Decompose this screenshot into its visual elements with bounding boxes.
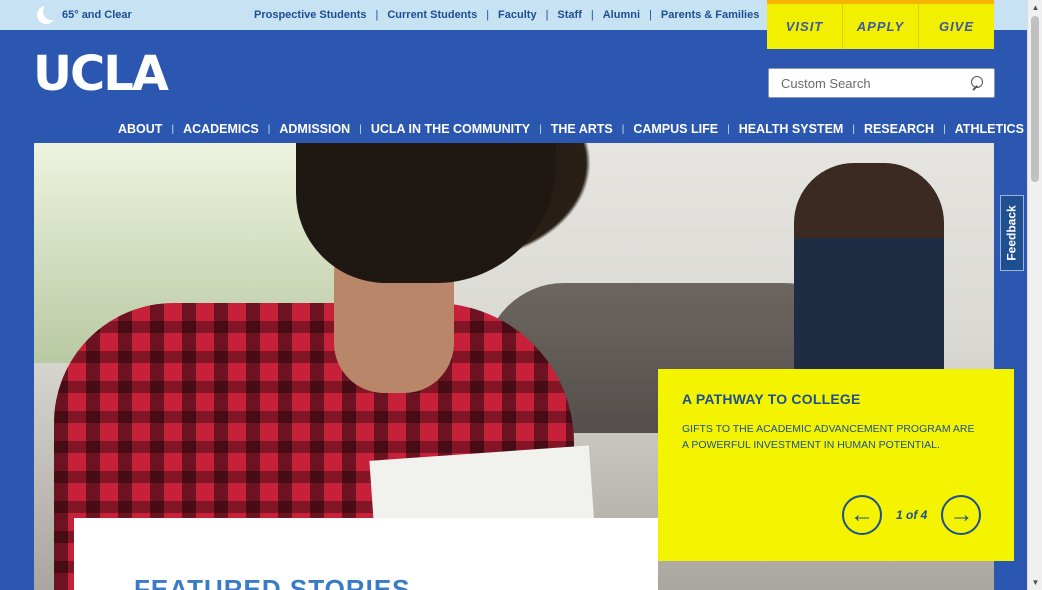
arrow-left-icon: ← (850, 501, 874, 528)
nav-admission[interactable]: ADMISSION (279, 122, 350, 136)
weather-text: 65° and Clear (62, 9, 132, 21)
nav-academics[interactable]: ACADEMICS (183, 122, 259, 136)
link-current-students[interactable]: Current Students (387, 9, 477, 21)
main-nav: ABOUT | ACADEMICS | ADMISSION | UCLA IN … (118, 122, 1024, 136)
nav-health-system[interactable]: HEALTH SYSTEM (739, 122, 844, 136)
separator: | (727, 123, 730, 135)
separator: | (539, 123, 542, 135)
link-staff[interactable]: Staff (557, 9, 581, 21)
separator: | (621, 123, 625, 135)
separator: | (943, 123, 946, 135)
caption-title[interactable]: A PATHWAY TO COLLEGE (682, 391, 990, 407)
prev-slide-button[interactable]: ← (842, 495, 882, 535)
apply-button[interactable]: APPLY (843, 0, 919, 49)
separator: | (171, 123, 175, 135)
search-icon (969, 76, 983, 90)
link-parents-families[interactable]: Parents & Families (661, 9, 759, 21)
search-input[interactable] (769, 69, 959, 97)
link-prospective-students[interactable]: Prospective Students (254, 9, 366, 21)
cta-group: VISIT APPLY GIVE (767, 0, 994, 49)
ucla-logo[interactable]: UCLA (33, 48, 169, 100)
search-button[interactable] (958, 69, 994, 97)
scroll-down-arrow[interactable]: ▼ (1028, 575, 1042, 590)
nav-ucla-in-the-community[interactable]: UCLA IN THE COMMUNITY (371, 122, 530, 136)
arrow-right-icon: → (949, 501, 974, 528)
nav-about[interactable]: ABOUT (118, 122, 162, 136)
separator: | (545, 9, 549, 21)
separator: | (590, 9, 594, 21)
link-faculty[interactable]: Faculty (498, 9, 537, 21)
vertical-scrollbar[interactable]: ▲ ▼ (1027, 0, 1042, 590)
search-box (768, 68, 995, 98)
slide-count: 1 of 4 (896, 508, 928, 522)
nav-research[interactable]: RESEARCH (864, 122, 934, 136)
audience-links: Prospective Students | Current Students … (254, 9, 759, 21)
weather-widget[interactable]: 65° and Clear (36, 3, 132, 25)
separator: | (486, 9, 490, 21)
separator: | (267, 123, 271, 135)
scroll-thumb[interactable] (1031, 16, 1039, 182)
separator: | (852, 123, 855, 135)
caption-text: GIFTS TO THE ACADEMIC ADVANCEMENT PROGRA… (682, 423, 975, 451)
nav-campus-life[interactable]: CAMPUS LIFE (633, 122, 718, 136)
hero-student-hair (296, 143, 556, 283)
nav-athletics[interactable]: ATHLETICS (955, 122, 1024, 136)
nav-the-arts[interactable]: THE ARTS (551, 122, 613, 136)
hero-caption: A PATHWAY TO COLLEGE GIFTS TO THE ACADEM… (658, 369, 1014, 561)
separator: | (375, 9, 379, 21)
slide-pager: ← 1 of 4 → (842, 495, 982, 535)
feedback-tab[interactable]: Feedback (1000, 195, 1024, 271)
featured-stories-section: FEATURED STORIES (74, 518, 658, 590)
separator: | (649, 9, 652, 21)
moon-icon (36, 3, 60, 25)
scroll-up-arrow[interactable]: ▲ (1028, 0, 1042, 15)
give-button[interactable]: GIVE (919, 0, 994, 49)
separator: | (359, 123, 362, 135)
next-slide-button[interactable]: → (941, 495, 982, 535)
link-alumni[interactable]: Alumni (603, 9, 640, 21)
feedback-label: Feedback (1005, 205, 1020, 261)
visit-button[interactable]: VISIT (767, 0, 843, 49)
featured-stories-title: FEATURED STORIES (134, 574, 411, 590)
